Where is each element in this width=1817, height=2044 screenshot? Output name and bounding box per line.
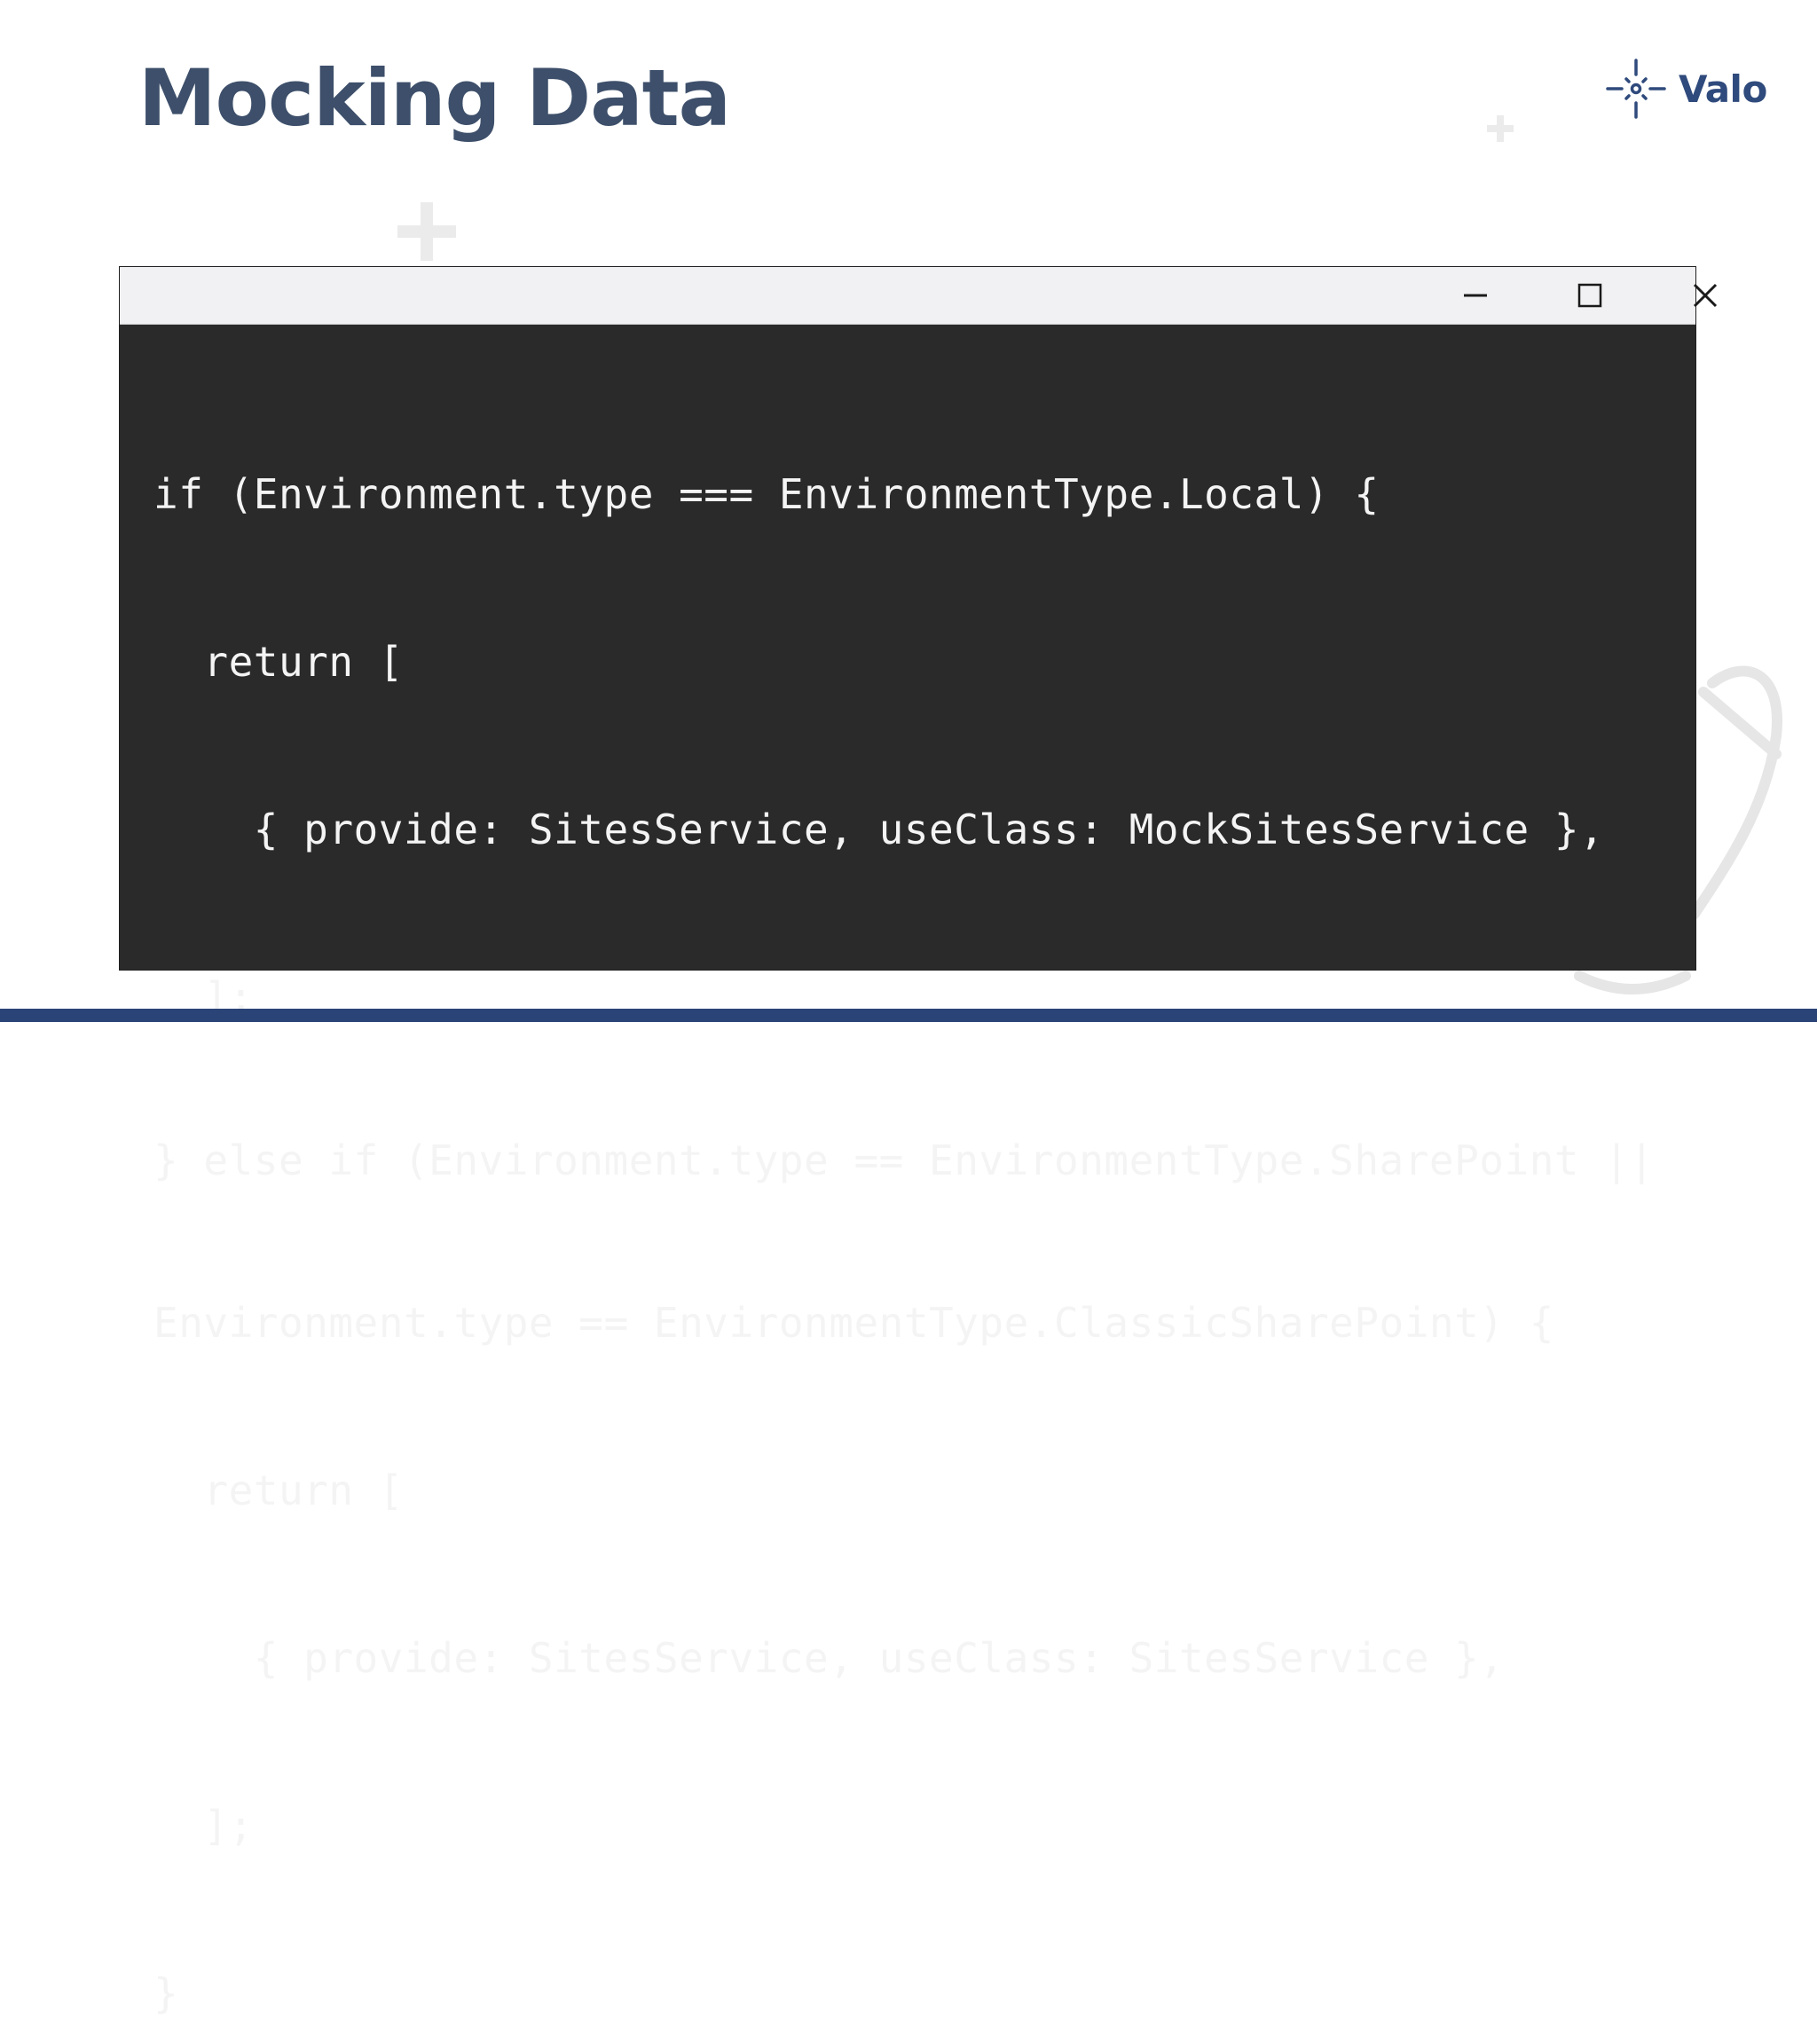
minimize-icon [1464,294,1487,297]
code-line: { provide: SitesService, useClass: MockS… [153,806,1605,853]
code-block[interactable]: if (Environment.type === EnvironmentType… [120,325,1695,2044]
close-icon [1693,283,1718,308]
maximize-button[interactable] [1540,267,1640,324]
valo-logo: Valo [1604,57,1767,121]
code-line: if (Environment.type === EnvironmentType… [153,470,1380,518]
maximize-icon [1577,283,1602,308]
plus-decoration-icon [397,202,456,261]
code-line: } else if (Environment.type == Environme… [153,1136,1655,1184]
code-line: ]; [153,1802,254,1850]
sparkle-icon [1606,59,1666,119]
plus-decoration-icon [1487,115,1514,142]
code-line: return [ [153,638,404,686]
close-button[interactable] [1656,267,1755,324]
logo-text: Valo [1679,67,1767,111]
window-titlebar[interactable] [120,267,1718,325]
code-line: { provide: SitesService, useClass: Sites… [153,1634,1505,1682]
code-window: if (Environment.type === EnvironmentType… [119,266,1718,2017]
code-line: Environment.type == EnvironmentType.Clas… [153,1299,1554,1347]
code-line: return [ [153,1466,404,1514]
footer-bar [0,1009,1817,1022]
slide-title: Mocking Data [138,52,731,144]
minimize-button[interactable] [1426,267,1525,324]
code-line: } [153,1969,179,2017]
